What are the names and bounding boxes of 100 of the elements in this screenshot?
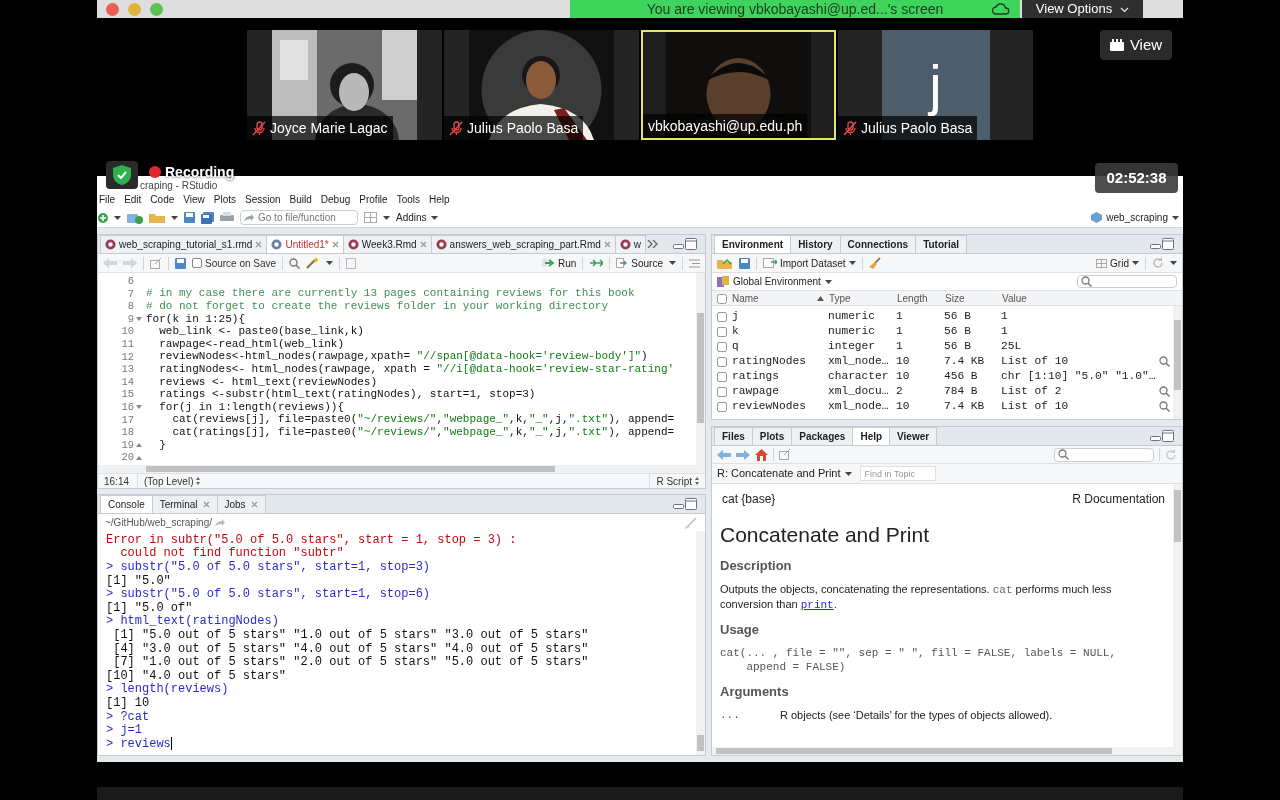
working-directory-path: ~/GitHub/web_scraping/ (105, 516, 212, 530)
grid-view-menu[interactable]: Grid (1096, 255, 1139, 271)
environment-scope-menu[interactable]: Global Environment (717, 274, 832, 289)
window-title: craping - RStudio (140, 180, 218, 192)
table-cell-text: 56 B (944, 325, 972, 338)
menu-item[interactable]: Debug (320, 195, 351, 205)
source-on-save-checkbox[interactable]: Source on Save (192, 255, 277, 271)
run-button[interactable]: Run (541, 255, 577, 271)
tab[interactable]: Terminal (151, 495, 218, 513)
line-number: 8 (127, 301, 134, 312)
table-cell-text: xml_node… (828, 355, 890, 368)
menu-item[interactable]: Plots (213, 195, 236, 205)
code-line: for(k in 1:25){ (146, 313, 246, 325)
view-button[interactable]: View (1100, 30, 1172, 60)
column-header[interactable]: Size (944, 291, 1001, 306)
tab[interactable]: web_scraping_tutorial_s1.rmd (100, 235, 268, 253)
import-dataset-button[interactable]: Import Dataset (763, 255, 856, 271)
table-cell-text: xml_node… (828, 400, 890, 413)
menu-item[interactable]: View (183, 195, 205, 205)
project-menu[interactable]: web_scraping (1091, 210, 1179, 225)
console-line: [1] "5.0" (106, 574, 171, 587)
tab[interactable]: History (790, 235, 841, 253)
go-to-file-field[interactable]: Go to file/function (240, 210, 358, 225)
table-cell-text: 7.4 KB (944, 355, 986, 368)
column-header[interactable]: Value (1001, 291, 1168, 306)
code-line: reviews <- html_text(reviewNodes) (158, 376, 378, 388)
console-line: [1] "5.0 of" (106, 601, 193, 614)
table-cell-text: 10 (896, 355, 911, 368)
line-number: 17 (121, 414, 134, 426)
addins-button[interactable]: Addins (396, 210, 438, 225)
line-number: 15 (121, 389, 134, 400)
column-header[interactable]: Type (828, 291, 896, 306)
table-cell-text: 456 B (944, 370, 979, 383)
code-line: web_link <- paste0(base_link,k) (158, 326, 364, 338)
menu-item[interactable]: Profile (359, 195, 388, 205)
tab[interactable]: answers_web_scraping_part.Rmd (430, 235, 616, 253)
menu-item[interactable]: Code (150, 195, 175, 205)
code-line: cat(ratings[j], file=paste0("~/reviews/","webpage_",k,"_",j,".txt"), append= (171, 426, 675, 438)
tab[interactable]: Files (714, 427, 753, 445)
table-cell-text: 2 (896, 385, 904, 398)
console-line: Error in subtr("5.0 of 5.0 stars", start = 1, stop = 3) : (106, 533, 517, 546)
usage-code: cat(... , file = "", sep = " ", fill = FALSE, labels = NULL, append = FALSE) (720, 646, 1118, 675)
column-header[interactable]: Name (732, 291, 759, 306)
find-in-topic-field[interactable]: Find in Topic (859, 466, 936, 481)
recording-label: Recording (165, 165, 235, 179)
table-cell-text: reviewNodes (732, 400, 807, 413)
tab[interactable]: Environment (714, 235, 792, 253)
table-cell-text: rawpage (732, 385, 780, 398)
tab[interactable]: w (614, 235, 647, 253)
meeting-timer: 02:52:38 (1095, 163, 1178, 193)
help-topic-menu[interactable]: R: Concatenate and Print (717, 465, 852, 482)
line-number: 7 (127, 288, 134, 300)
tab[interactable]: Packages (791, 427, 854, 445)
tab[interactable]: Tutorial (915, 235, 968, 253)
console-line: [7] "1.0 out of 5 stars" "2.0 out of 5 stars" "5.0 out of 5 stars" (112, 656, 589, 669)
tab[interactable]: Connections (839, 235, 917, 253)
view-options-button[interactable]: View Options (1022, 0, 1143, 18)
table-cell-text: numeric (828, 325, 876, 338)
tab[interactable]: Viewer (889, 427, 938, 445)
line-number: 19 (121, 439, 134, 451)
line-number: 18 (121, 427, 134, 438)
source-button[interactable]: Source (616, 255, 663, 271)
tab[interactable]: Untitled1* (266, 235, 344, 253)
console-line: [10] "4.0 out of 5 stars" (106, 669, 287, 682)
table-cell-text: 784 B (944, 385, 979, 398)
menu-item[interactable]: Edit (124, 195, 142, 205)
menu-item[interactable]: Build (289, 195, 312, 205)
tab[interactable]: Console (100, 495, 153, 513)
console-line: [1] 10 (106, 696, 150, 709)
table-cell-text: integer (828, 340, 876, 353)
tab[interactable]: Help (852, 427, 891, 445)
table-cell-text: j (732, 310, 740, 323)
table-cell-text: List of 10 (1001, 400, 1070, 413)
table-cell-text: 56 B (944, 340, 972, 353)
tab[interactable]: Jobs (216, 495, 266, 513)
line-number: 9 (127, 313, 134, 325)
table-cell-text: 10 (896, 400, 911, 413)
print-link[interactable]: print (800, 599, 834, 612)
table-cell-text: ratings (732, 370, 780, 383)
package-label: cat {base} (722, 491, 776, 508)
table-cell-text: character (828, 370, 890, 383)
tab[interactable]: Plots (751, 427, 793, 445)
column-header[interactable]: Length (896, 291, 944, 306)
menu-item[interactable]: File (99, 195, 116, 205)
menu-item[interactable]: Help (429, 195, 450, 205)
table-cell-text: xml_docu… (828, 385, 890, 398)
code-line: ratings <-substr(html_text(ratingNodes), start=1, stop=3) (158, 389, 536, 401)
console-line: > html_text(ratingNodes) (106, 615, 279, 628)
table-cell-text: List of 10 (1001, 355, 1070, 368)
section-heading: Description (720, 558, 793, 575)
documentation-label: R Documentation (1072, 491, 1165, 508)
menu-item[interactable]: Session (245, 195, 281, 205)
participant-name: Julius Paolo Basa (467, 121, 579, 135)
line-number: 14 (121, 376, 134, 388)
file-type-menu[interactable]: R Script (649, 473, 705, 488)
menu-item[interactable]: Tools (396, 195, 420, 205)
scope-menu[interactable]: (Top Level) (138, 473, 201, 488)
table-cell-text: List of 2 (1001, 385, 1063, 398)
line-number: 13 (121, 364, 134, 375)
tab[interactable]: Week3.Rmd (342, 235, 432, 253)
